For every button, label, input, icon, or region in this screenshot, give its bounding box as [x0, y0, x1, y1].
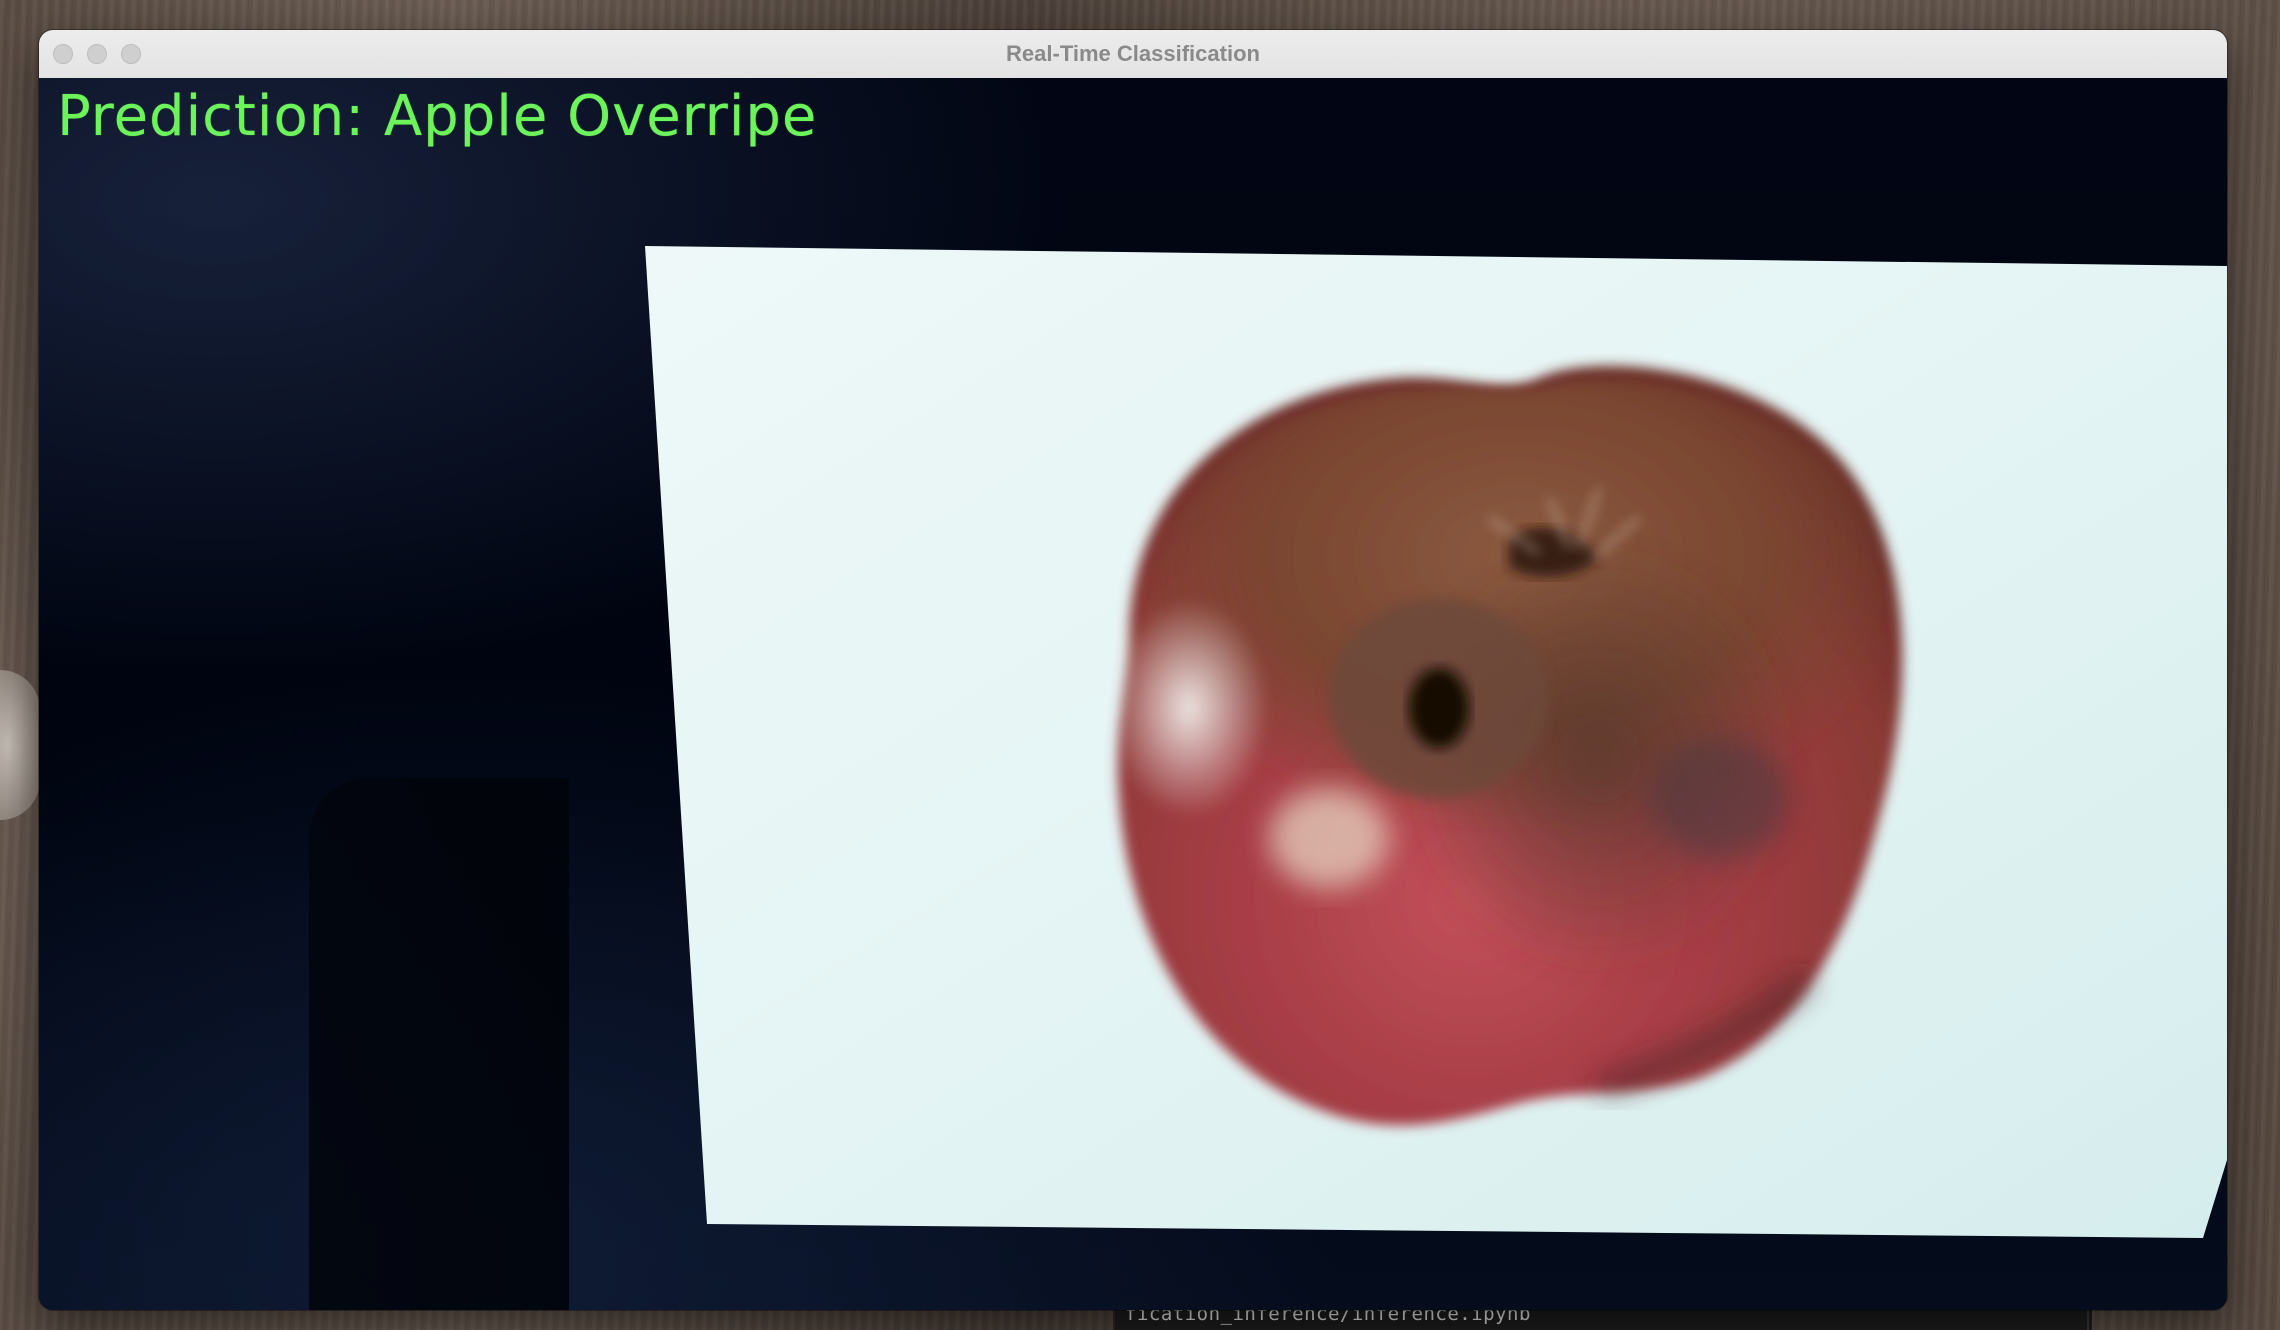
apple — [1109, 365, 1903, 1126]
prediction-label: Prediction: Apple Overripe — [57, 84, 818, 149]
classification-window[interactable]: Real-Time Classification Prediction: App… — [39, 30, 2227, 1310]
desktop-object — [0, 670, 40, 820]
apple-pale-patch — [1109, 598, 1269, 818]
apple-pale-patch-2 — [1269, 788, 1389, 888]
camera-feed: Prediction: Apple Overripe — [39, 78, 2227, 1310]
displayed-screen-image — [645, 246, 2227, 1238]
window-titlebar[interactable]: Real-Time Classification — [39, 30, 2227, 79]
window-title: Real-Time Classification — [1006, 41, 1260, 66]
apple-bruise-dark — [1649, 738, 1789, 858]
apple-hole — [1409, 668, 1469, 748]
